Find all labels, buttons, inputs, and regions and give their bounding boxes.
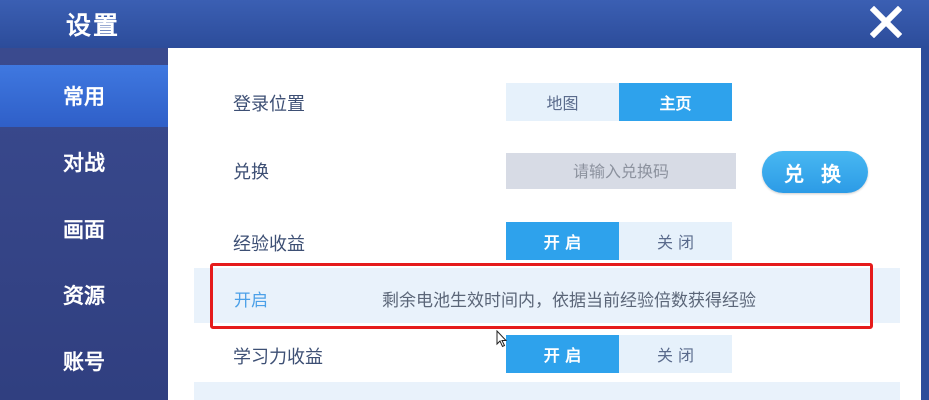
title-bar: 设置	[0, 0, 929, 48]
close-icon	[870, 6, 902, 38]
exp-bonus-label: 经验收益	[233, 234, 305, 255]
redeem-label: 兑换	[233, 162, 269, 183]
mouse-cursor-icon	[496, 330, 508, 348]
exp-bonus-off-option[interactable]: 关 闭	[619, 222, 732, 260]
redeem-button[interactable]: 兑 换	[762, 151, 868, 193]
study-bonus-on-option[interactable]: 开 启	[506, 335, 619, 373]
login-location-home-option[interactable]: 主页	[619, 83, 732, 121]
sidebar-item-label: 账号	[63, 350, 105, 374]
sidebar-item-graphics[interactable]: 画面	[0, 198, 168, 260]
sidebar-item-battle[interactable]: 对战	[0, 131, 168, 193]
next-row	[194, 382, 900, 400]
sidebar-item-resources[interactable]: 资源	[0, 264, 168, 326]
study-bonus-label: 学习力收益	[233, 347, 323, 368]
login-location-label: 登录位置	[233, 94, 305, 115]
exp-bonus-toggle: 开 启 关 闭	[506, 222, 732, 260]
exp-bonus-on-option[interactable]: 开 启	[506, 222, 619, 260]
sidebar: 常用 对战 画面 资源 账号	[0, 48, 168, 400]
close-button[interactable]	[866, 2, 906, 42]
redeem-code-input[interactable]	[506, 153, 736, 189]
sidebar-item-label: 常用	[63, 85, 105, 109]
study-bonus-off-option[interactable]: 关 闭	[619, 335, 732, 373]
sidebar-item-common[interactable]: 常用	[0, 65, 168, 127]
sidebar-item-account[interactable]: 账号	[0, 330, 168, 392]
sidebar-item-label: 画面	[63, 218, 105, 242]
sidebar-item-label: 资源	[63, 284, 105, 308]
window-border	[921, 48, 929, 400]
login-location-map-option[interactable]: 地图	[506, 83, 619, 121]
window-title: 设置	[66, 11, 121, 40]
login-location-toggle: 地图 主页	[506, 83, 732, 121]
sidebar-item-label: 对战	[63, 151, 105, 175]
highlight-box	[210, 263, 873, 329]
settings-panel: 登录位置 地图 主页 兑换 兑 换 经验收益 开 启 关 闭 开启 剩余电池生效…	[168, 48, 921, 400]
study-bonus-toggle: 开 启 关 闭	[506, 335, 732, 373]
